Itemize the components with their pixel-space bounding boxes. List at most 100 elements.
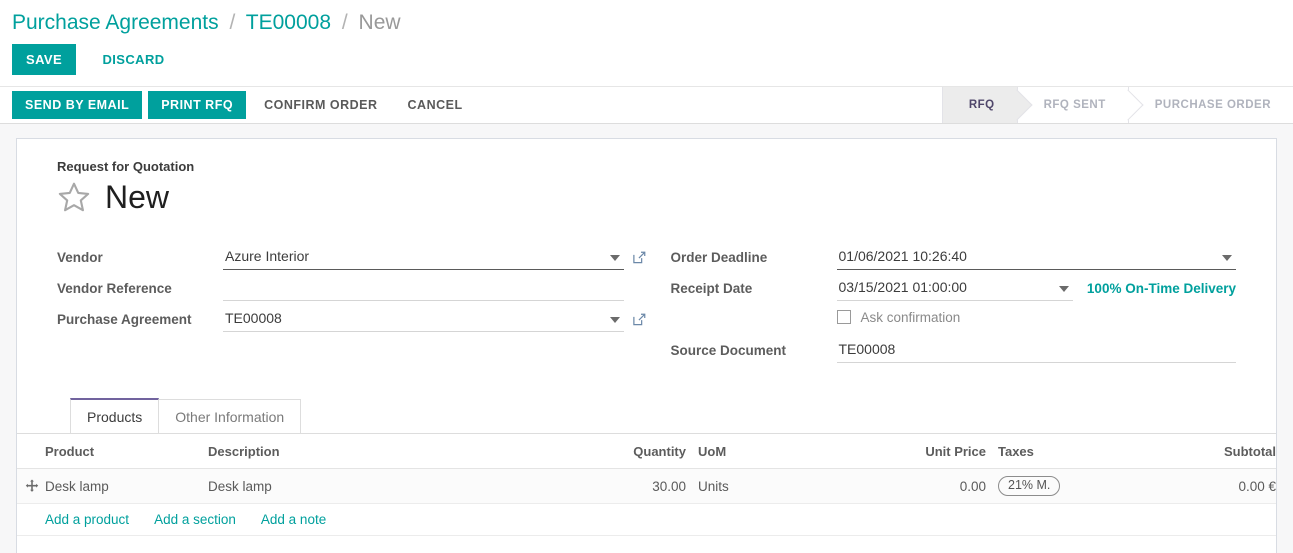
print-rfq-button[interactable]: PRINT RFQ — [148, 91, 246, 119]
add-a-section-link[interactable]: Add a section — [154, 512, 236, 527]
field-vendor: Vendor Azure Interior — [57, 240, 647, 270]
form-subtitle: Request for Quotation — [57, 159, 1236, 174]
tab-products[interactable]: Products — [70, 398, 159, 433]
vendor-field-wrap: Azure Interior — [223, 248, 624, 270]
status-stage-rfq-label: RFQ — [969, 99, 995, 111]
chevron-down-icon[interactable] — [1059, 286, 1069, 292]
add-links-cell: Add a product Add a section Add a note — [17, 504, 1277, 536]
breadcrumb-current: New — [359, 11, 401, 34]
vendor-external-link-icon[interactable] — [624, 250, 647, 270]
chevron-down-icon[interactable] — [610, 255, 620, 261]
purchase-agreement-input[interactable]: TE00008 — [223, 310, 624, 332]
vendor-input[interactable]: Azure Interior — [223, 248, 624, 270]
form-sheet: Request for Quotation New Vendor — [16, 138, 1277, 553]
vendor-label: Vendor — [57, 250, 223, 270]
vendor-reference-input[interactable] — [223, 279, 624, 301]
action-toolbar: SEND BY EMAIL PRINT RFQ CONFIRM ORDER CA… — [0, 86, 1293, 124]
form-page-background: Request for Quotation New Vendor — [0, 124, 1293, 553]
breadcrumb-parent[interactable]: TE00008 — [246, 11, 331, 34]
field-ask-confirmation: Ask confirmation — [671, 302, 1237, 332]
purchase-agreement-external-link-icon[interactable] — [624, 312, 647, 332]
breadcrumb-separator-1: / — [229, 11, 235, 34]
receipt-date-field-wrap: 03/15/2021 01:00:00 — [837, 279, 1073, 301]
save-button[interactable]: SAVE — [12, 44, 76, 75]
receipt-date-input[interactable]: 03/15/2021 01:00:00 — [837, 279, 1073, 301]
cell-subtotal: 0.00 € — [1152, 469, 1277, 504]
field-receipt-date: Receipt Date 03/15/2021 01:00:00 100% On… — [671, 271, 1237, 301]
action-buttons: SEND BY EMAIL PRINT RFQ CONFIRM ORDER CA… — [0, 87, 942, 123]
column-header-subtotal[interactable]: Subtotal — [1152, 434, 1277, 469]
order-deadline-label: Order Deadline — [671, 250, 837, 270]
chevron-down-icon[interactable] — [1222, 255, 1232, 261]
cell-quantity[interactable]: 30.00 — [502, 469, 692, 504]
ask-confirmation-checkbox[interactable] — [837, 310, 851, 324]
cell-unit-price[interactable]: 0.00 — [802, 469, 992, 504]
breadcrumb: Purchase Agreements / TE00008 / New — [0, 0, 1293, 36]
column-header-description[interactable]: Description — [202, 434, 502, 469]
field-source-document: Source Document TE00008 — [671, 333, 1237, 363]
page-title: New — [105, 181, 169, 213]
order-lines-head: Product Description Quantity UoM Unit Pr… — [17, 434, 1277, 469]
table-row[interactable]: Desk lamp Desk lamp 30.00 Units 0.00 21%… — [17, 469, 1277, 504]
order-lines-body: Desk lamp Desk lamp 30.00 Units 0.00 21%… — [17, 469, 1277, 536]
order-lines-table-wrap: Product Description Quantity UoM Unit Pr… — [17, 433, 1276, 536]
odoo-purchase-order-form: Purchase Agreements / TE00008 / New SAVE… — [0, 0, 1293, 553]
column-header-unit-price[interactable]: Unit Price — [802, 434, 992, 469]
field-vendor-reference: Vendor Reference — [57, 271, 647, 301]
purchase-agreement-label: Purchase Agreement — [57, 312, 223, 332]
star-outline-icon[interactable] — [57, 180, 91, 214]
receipt-date-label: Receipt Date — [671, 281, 837, 301]
add-a-product-link[interactable]: Add a product — [45, 512, 129, 527]
order-deadline-field-wrap: 01/06/2021 10:26:40 — [837, 248, 1237, 270]
send-by-email-button[interactable]: SEND BY EMAIL — [12, 91, 142, 119]
save-discard-bar: SAVE DISCARD — [0, 36, 1293, 80]
tax-badge[interactable]: 21% M. — [998, 476, 1060, 496]
table-header-row: Product Description Quantity UoM Unit Pr… — [17, 434, 1277, 469]
status-stage-rfq[interactable]: RFQ — [942, 87, 1017, 123]
status-stage-rfq-sent-label: RFQ SENT — [1044, 99, 1106, 111]
status-stage-purchase-order[interactable]: PURCHASE ORDER — [1128, 87, 1293, 123]
chevron-down-icon[interactable] — [610, 317, 620, 323]
tab-other-information[interactable]: Other Information — [158, 399, 301, 433]
add-a-note-link[interactable]: Add a note — [261, 512, 326, 527]
vendor-reference-spacer — [632, 281, 647, 296]
cell-description[interactable]: Desk lamp — [202, 469, 502, 504]
notebook-tabs: Products Other Information — [70, 398, 1236, 433]
discard-button[interactable]: DISCARD — [91, 44, 177, 75]
add-row: Add a product Add a section Add a note — [17, 504, 1277, 536]
source-document-input[interactable]: TE00008 — [837, 341, 1237, 363]
column-header-product[interactable]: Product — [17, 434, 202, 469]
ask-confirmation-label: Ask confirmation — [861, 310, 961, 325]
tab-other-information-label: Other Information — [175, 409, 284, 425]
status-stage-purchase-order-label: PURCHASE ORDER — [1155, 99, 1271, 111]
column-header-taxes[interactable]: Taxes — [992, 434, 1152, 469]
cell-product[interactable]: Desk lamp — [17, 469, 202, 504]
on-time-delivery-badge[interactable]: 100% On-Time Delivery — [1073, 281, 1236, 301]
cell-product-label: Desk lamp — [45, 479, 109, 494]
order-deadline-input[interactable]: 01/06/2021 10:26:40 — [837, 248, 1237, 270]
cell-taxes[interactable]: 21% M. — [992, 469, 1152, 504]
confirm-order-button[interactable]: CONFIRM ORDER — [252, 91, 389, 119]
status-pipeline: RFQ RFQ SENT PURCHASE ORDER — [942, 87, 1293, 123]
form-sheet-inner: Request for Quotation New Vendor — [17, 139, 1276, 433]
column-header-quantity[interactable]: Quantity — [502, 434, 692, 469]
form-column-left: Vendor Azure Interior — [57, 240, 647, 364]
cancel-button[interactable]: CANCEL — [396, 91, 475, 119]
form-column-right: Order Deadline 01/06/2021 10:26:40 Recei… — [647, 240, 1237, 364]
breadcrumb-separator-2: / — [342, 11, 348, 34]
field-purchase-agreement: Purchase Agreement TE00008 — [57, 302, 647, 332]
source-document-label: Source Document — [671, 343, 837, 363]
cell-uom[interactable]: Units — [692, 469, 802, 504]
breadcrumb-root[interactable]: Purchase Agreements — [12, 11, 219, 34]
status-stage-rfq-sent[interactable]: RFQ SENT — [1017, 87, 1128, 123]
record-title-row: New — [57, 180, 1236, 214]
source-document-field-wrap: TE00008 — [837, 341, 1237, 363]
form-columns: Vendor Azure Interior — [57, 240, 1236, 364]
purchase-agreement-field-wrap: TE00008 — [223, 310, 624, 332]
tab-products-label: Products — [87, 409, 142, 425]
column-header-uom[interactable]: UoM — [692, 434, 802, 469]
vendor-reference-label: Vendor Reference — [57, 281, 223, 301]
vendor-reference-field-wrap — [223, 279, 624, 301]
field-order-deadline: Order Deadline 01/06/2021 10:26:40 — [671, 240, 1237, 270]
order-lines-table: Product Description Quantity UoM Unit Pr… — [17, 434, 1277, 536]
